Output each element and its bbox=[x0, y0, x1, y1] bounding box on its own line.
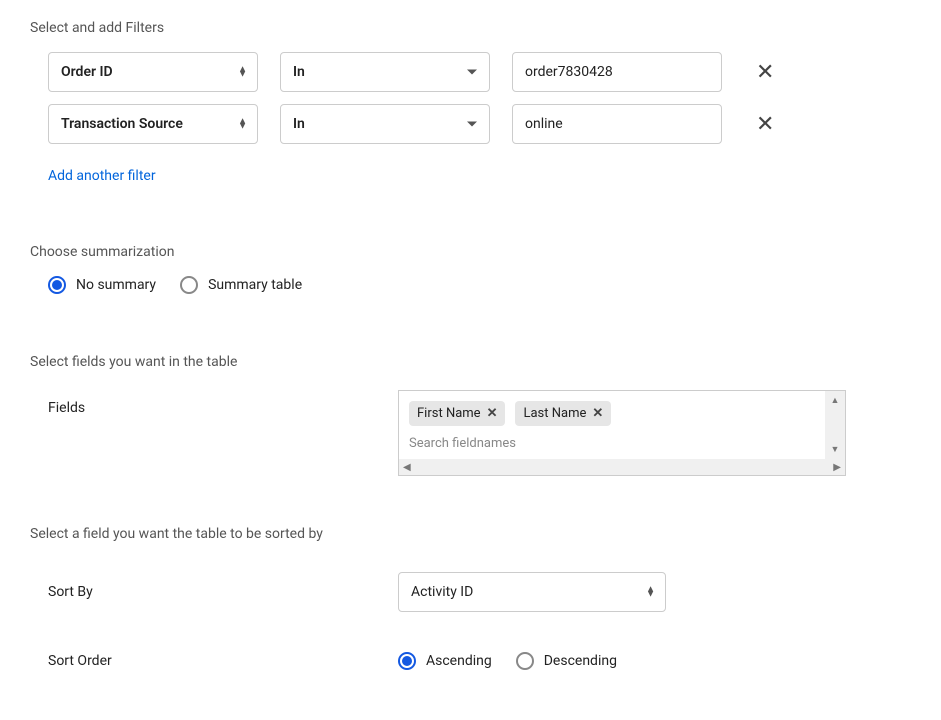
chip-remove-icon[interactable]: ✕ bbox=[487, 406, 498, 421]
summary-heading: Choose summarization bbox=[30, 244, 911, 260]
sort-order-label: Sort Order bbox=[48, 653, 398, 669]
radio-icon bbox=[398, 652, 416, 670]
filter-row: Transaction Source ▲▼ In online ✕ bbox=[30, 104, 911, 144]
sort-icon: ▲▼ bbox=[646, 588, 655, 597]
radio-icon bbox=[516, 652, 534, 670]
radio-icon bbox=[180, 276, 198, 294]
fields-multiselect[interactable]: First Name ✕ Last Name ✕ Search fieldnam… bbox=[398, 390, 846, 476]
radio-no-summary[interactable]: No summary bbox=[48, 276, 156, 294]
sort-icon: ▲▼ bbox=[238, 120, 247, 129]
sort-by-select[interactable]: Activity ID ▲▼ bbox=[398, 572, 666, 612]
filter-value-input[interactable]: online bbox=[512, 104, 722, 144]
chip-label: Last Name bbox=[523, 406, 586, 421]
radio-icon bbox=[48, 276, 66, 294]
radio-descending[interactable]: Descending bbox=[516, 652, 617, 670]
fields-heading: Select fields you want in the table bbox=[30, 354, 911, 370]
fields-search-input[interactable]: Search fieldnames bbox=[399, 432, 845, 459]
remove-filter-icon[interactable]: ✕ bbox=[756, 112, 774, 137]
fields-label: Fields bbox=[48, 390, 398, 476]
sort-by-label: Sort By bbox=[48, 584, 398, 600]
filter-operator-select[interactable]: In bbox=[280, 52, 490, 92]
radio-label: Summary table bbox=[208, 277, 302, 293]
filter-value-text: online bbox=[525, 116, 563, 132]
radio-label: Descending bbox=[544, 653, 617, 669]
filter-field-select[interactable]: Transaction Source ▲▼ bbox=[48, 104, 258, 144]
scroll-right-icon: ▶ bbox=[833, 462, 841, 473]
scroll-up-icon: ▲ bbox=[831, 395, 840, 406]
vertical-scrollbar[interactable]: ▲ ▼ bbox=[825, 391, 845, 459]
horizontal-scrollbar[interactable]: ◀ ▶ bbox=[399, 459, 845, 475]
filter-value-input[interactable]: order7830428 bbox=[512, 52, 722, 92]
sort-by-value: Activity ID bbox=[411, 584, 473, 600]
chip-remove-icon[interactable]: ✕ bbox=[592, 406, 603, 421]
field-chip[interactable]: Last Name ✕ bbox=[515, 401, 611, 426]
chip-label: First Name bbox=[417, 406, 481, 421]
radio-ascending[interactable]: Ascending bbox=[398, 652, 492, 670]
scroll-left-icon: ◀ bbox=[403, 462, 411, 473]
sort-icon: ▲▼ bbox=[238, 68, 247, 77]
filter-operator-select[interactable]: In bbox=[280, 104, 490, 144]
filter-row: Order ID ▲▼ In order7830428 ✕ bbox=[30, 52, 911, 92]
scroll-down-icon: ▼ bbox=[831, 444, 840, 455]
filter-operator-value: In bbox=[293, 64, 305, 80]
add-filter-link[interactable]: Add another filter bbox=[48, 168, 156, 184]
radio-label: No summary bbox=[76, 277, 156, 293]
field-chip[interactable]: First Name ✕ bbox=[409, 401, 505, 426]
sort-heading: Select a field you want the table to be … bbox=[30, 526, 911, 542]
filters-heading: Select and add Filters bbox=[30, 20, 911, 36]
radio-summary-table[interactable]: Summary table bbox=[180, 276, 302, 294]
filter-field-value: Transaction Source bbox=[61, 116, 183, 132]
filter-operator-value: In bbox=[293, 116, 305, 132]
filter-value-text: order7830428 bbox=[525, 64, 613, 80]
filter-field-value: Order ID bbox=[61, 64, 113, 80]
chevron-down-icon bbox=[467, 122, 477, 127]
radio-label: Ascending bbox=[426, 653, 492, 669]
remove-filter-icon[interactable]: ✕ bbox=[756, 60, 774, 85]
chevron-down-icon bbox=[467, 70, 477, 75]
filter-field-select[interactable]: Order ID ▲▼ bbox=[48, 52, 258, 92]
